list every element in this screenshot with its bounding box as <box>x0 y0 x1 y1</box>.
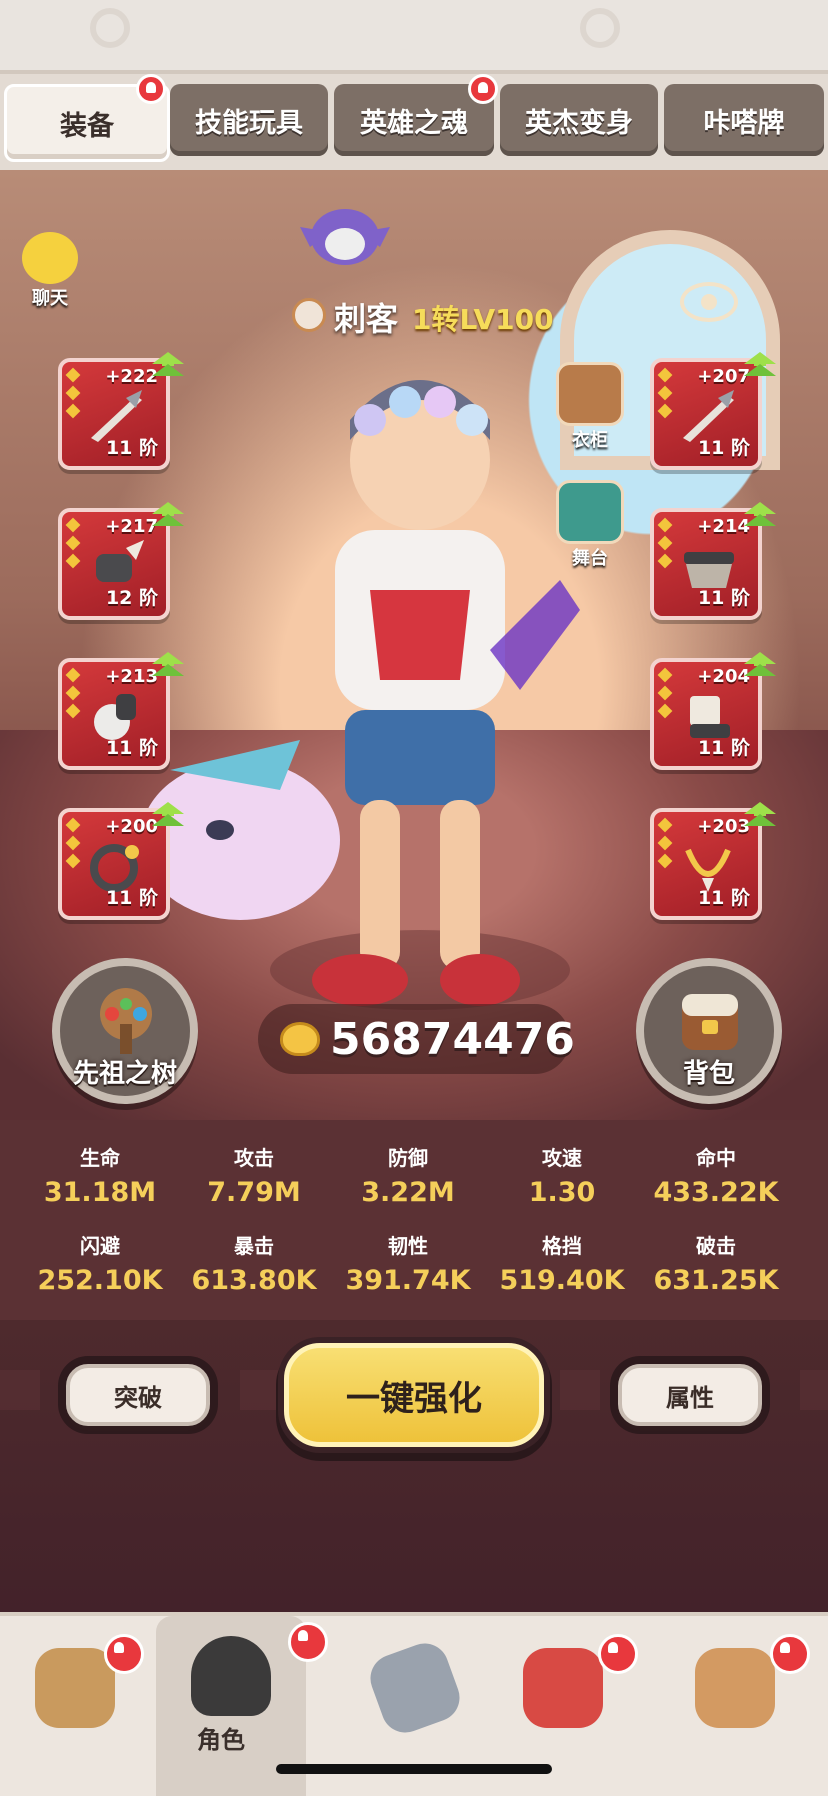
upgrade-arrow-icon <box>744 352 776 376</box>
backpack-button[interactable]: 背包 <box>636 958 782 1104</box>
enhance-level: +222 <box>105 366 158 387</box>
ancestor-tree-label: 先祖之树 <box>72 1059 177 1089</box>
stat-attack-speed: 攻速 1.30 <box>528 1146 596 1208</box>
tab-skill-toys[interactable]: 技能玩具 <box>170 84 328 156</box>
equipment-tier: 11 阶 <box>105 737 158 759</box>
gold-ingot-icon <box>280 1022 320 1056</box>
equipment-tier: 11 阶 <box>105 437 158 459</box>
notification-bell-icon <box>288 1622 328 1662</box>
decor-swirl-icon <box>90 8 130 48</box>
tribe-totem-icon <box>695 1648 775 1728</box>
notification-bell-icon <box>770 1634 810 1674</box>
decor-swirl-icon <box>580 8 620 48</box>
chat-button[interactable]: 聊天 <box>10 232 90 310</box>
tab-bar: 装备 技能玩具 英雄之魂 英杰变身 咔嗒牌 <box>0 70 828 174</box>
star-rank-icon <box>65 367 82 422</box>
ancestor-tree-button[interactable]: 先祖之树 <box>52 958 198 1104</box>
star-rank-icon <box>657 367 674 422</box>
upgrade-arrow-icon <box>152 502 184 526</box>
breakthrough-button[interactable]: 突破 <box>66 1364 210 1426</box>
upgrade-arrow-icon <box>152 802 184 826</box>
dino-pet-icon <box>523 1648 603 1728</box>
equipment-tier: 12 阶 <box>105 587 158 609</box>
tab-hero-transform[interactable]: 英杰变身 <box>500 84 658 156</box>
stats-panel: 生命 31.18M 攻击 7.79M 防御 3.22M 攻速 1.30 命中 433.22… <box>0 1120 828 1320</box>
stat-crit: 暴击 613.80K <box>191 1234 317 1296</box>
enhance-level: +204 <box>697 666 750 687</box>
star-rank-icon <box>657 667 674 722</box>
stat-toughness: 韧性 391.74K <box>345 1234 471 1296</box>
star-rank-icon <box>65 517 82 572</box>
stat-pierce: 破击 631.25K <box>653 1234 779 1296</box>
equipment-tier: 11 阶 <box>105 887 158 909</box>
wardrobe-label: 衣柜 <box>572 430 608 451</box>
enhance-level: +213 <box>105 666 158 687</box>
one-click-enhance-button[interactable]: 一键强化 <box>284 1343 544 1447</box>
enhance-level: +217 <box>105 516 158 537</box>
nav-hut[interactable] <box>0 1628 150 1778</box>
upgrade-arrow-icon <box>152 652 184 676</box>
home-indicator <box>276 1764 552 1774</box>
nav-tribe[interactable] <box>660 1628 810 1778</box>
chat-label: 聊天 <box>32 288 68 309</box>
equipment-tier: 11 阶 <box>697 437 750 459</box>
upgrade-arrow-icon <box>744 802 776 826</box>
stage-icon <box>556 480 624 544</box>
tab-card[interactable]: 咔嗒牌 <box>664 84 824 156</box>
attributes-button[interactable]: 属性 <box>618 1364 762 1426</box>
enhance-level: +200 <box>105 816 158 837</box>
assassin-class-icon <box>292 298 326 332</box>
stage-button[interactable]: 舞台 <box>548 480 632 570</box>
stage-label: 舞台 <box>572 548 608 569</box>
stat-attack: 攻击 7.79M <box>207 1146 301 1208</box>
enhance-level: +203 <box>697 816 750 837</box>
status-strip <box>0 0 828 70</box>
wardrobe-button[interactable]: 衣柜 <box>548 362 632 452</box>
notification-bell-icon <box>104 1634 144 1674</box>
star-rank-icon <box>657 517 674 572</box>
tree-icon <box>100 988 152 1054</box>
equipment-tier: 11 阶 <box>697 887 750 909</box>
stat-defense: 防御 3.22M <box>361 1146 455 1208</box>
enhance-level: +214 <box>697 516 750 537</box>
star-rank-icon <box>65 817 82 872</box>
upgrade-arrow-icon <box>744 652 776 676</box>
equipment-tier: 11 阶 <box>697 737 750 759</box>
hero-character <box>270 380 580 1010</box>
hero-level: 1转LV100 <box>412 303 554 336</box>
stat-accuracy: 命中 433.22K <box>653 1146 779 1208</box>
equipment-tier: 11 阶 <box>697 587 750 609</box>
stat-dodge: 闪避 252.10K <box>37 1234 163 1296</box>
upgrade-arrow-icon <box>744 502 776 526</box>
hut-icon <box>35 1648 115 1728</box>
sword-shield-icon <box>363 1636 467 1740</box>
notification-bell-icon <box>468 74 498 104</box>
notification-bell-icon <box>136 74 166 104</box>
nav-weapon[interactable] <box>340 1628 490 1778</box>
gold-currency: 56874476 <box>258 1004 575 1074</box>
stat-hp: 生命 31.18M <box>43 1146 157 1208</box>
star-rank-icon <box>65 667 82 722</box>
enhance-level: +207 <box>697 366 750 387</box>
character-skull-mask-icon <box>191 1636 271 1716</box>
hero-class-name: 刺客 <box>334 300 399 338</box>
chat-bubble-icon <box>22 232 78 284</box>
stat-block: 格挡 519.40K <box>499 1234 625 1296</box>
bird-pet <box>300 209 390 265</box>
backpack-label: 背包 <box>682 1059 735 1089</box>
gold-amount: 56874476 <box>330 1014 575 1065</box>
eye-icon[interactable] <box>680 282 738 322</box>
upgrade-arrow-icon <box>152 352 184 376</box>
nav-pet[interactable] <box>488 1628 638 1778</box>
nav-character-label: 角色 <box>197 1726 245 1754</box>
backpack-icon <box>682 994 738 1050</box>
star-rank-icon <box>657 817 674 872</box>
wardrobe-icon <box>556 362 624 426</box>
notification-bell-icon <box>598 1634 638 1674</box>
